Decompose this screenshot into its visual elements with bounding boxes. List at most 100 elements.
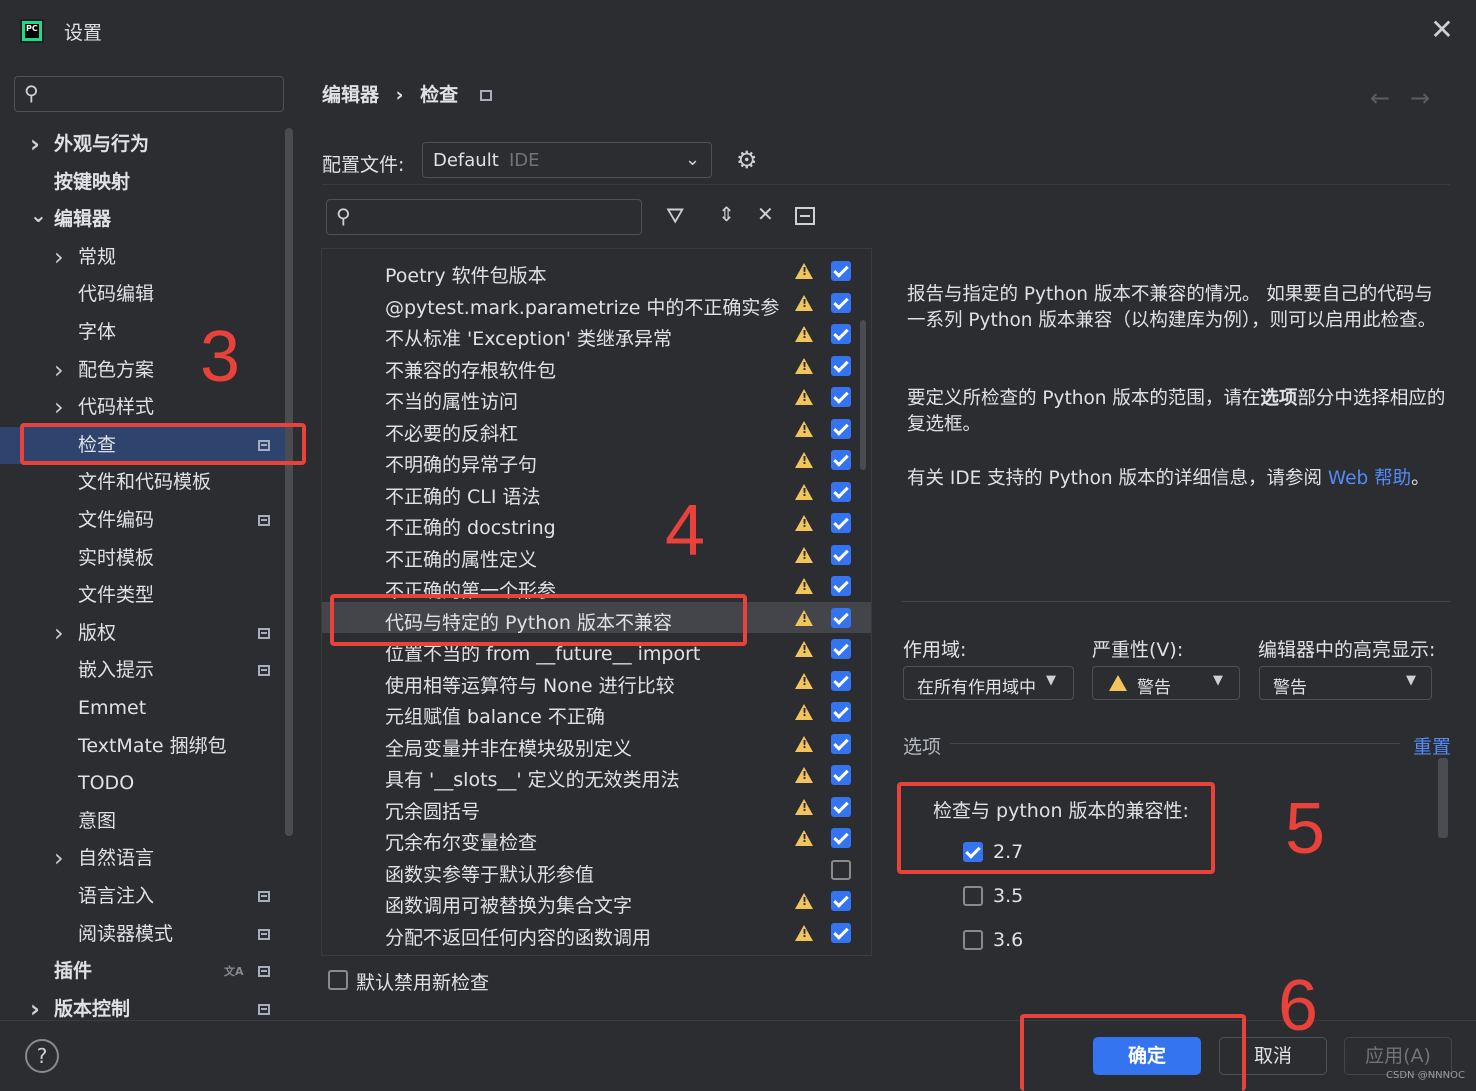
inspection-search-input[interactable]: ⚲ [326,199,642,235]
inspection-checkbox[interactable] [831,922,851,943]
inspection-row[interactable]: 不正确的 docstring [322,507,871,539]
inspection-label: 元组赋值 balance 不正确 [385,706,605,728]
inspection-checkbox[interactable] [831,859,851,880]
inspection-checkbox[interactable] [831,639,851,659]
breadcrumb-parent[interactable]: 编辑器 [322,84,379,106]
inspection-checkbox[interactable] [831,355,851,376]
sidebar-item[interactable]: 插件 文A [0,953,290,990]
close-icon[interactable]: ✕ [1428,14,1456,46]
warning-icon [795,641,813,657]
chevron-right-icon[interactable]: › [54,615,64,652]
inspection-checkbox[interactable] [831,387,851,407]
filter-icon[interactable]: ⛛ [666,204,684,229]
inspection-row[interactable]: 不当的属性访问 [322,381,871,413]
inspection-checkbox[interactable] [831,796,851,817]
chevron-right-icon[interactable]: › [30,126,40,163]
gear-icon[interactable]: ⚙ [736,146,758,174]
inspection-row[interactable]: 全局变量并非在模块级别定义 [322,728,871,760]
back-arrow-icon[interactable]: ← [1370,84,1390,112]
version-checkbox[interactable] [963,930,983,950]
inspection-checkbox[interactable] [831,450,851,470]
inspection-checkbox[interactable] [831,607,851,628]
inspection-checkbox[interactable] [831,702,851,722]
chevron-right-icon[interactable]: › [54,352,64,389]
inspection-checkbox[interactable] [831,324,851,344]
sidebar-item[interactable]: 阅读器模式 [0,916,290,953]
inspection-checkbox[interactable] [831,828,851,848]
inspection-list-scrollbar[interactable] [860,320,866,470]
inspection-row[interactable]: 不正确的属性定义 [322,539,871,571]
sidebar-item[interactable]: 按键映射 [0,164,290,201]
inspection-row[interactable]: Poetry 软件包版本 [322,255,871,287]
inspection-checkbox[interactable] [831,513,851,533]
inspection-row[interactable]: 冗余圆括号 [322,791,871,823]
warning-icon [795,830,813,846]
sidebar-item[interactable]: TextMate 捆绑包 [0,728,290,765]
sidebar-item[interactable]: › 自然语言 [0,840,290,877]
inspection-row[interactable]: 函数实参等于默认形参值 [322,854,871,886]
sidebar-item[interactable]: › 代码样式 [0,389,290,426]
inspection-checkbox[interactable] [831,544,851,565]
inspection-row[interactable]: 具有 '__slots__' 定义的无效类用法 [322,759,871,791]
reset-link[interactable]: 重置 [1413,732,1451,759]
sidebar-item[interactable]: › 配色方案 [0,352,290,389]
web-help-link[interactable]: Web 帮助 [1328,468,1411,489]
sidebar-item[interactable]: 文件和代码模板 [0,464,290,501]
help-button[interactable]: ? [25,1039,59,1073]
expand-all-icon[interactable]: ⇕ [718,202,735,226]
chevron-down-icon[interactable]: ⌄ [30,197,47,234]
inspection-checkbox[interactable] [831,418,851,439]
inspection-checkbox[interactable] [831,576,851,596]
highlight-select[interactable]: 警告 ▼ [1259,666,1432,700]
sidebar-scrollbar[interactable] [285,128,293,836]
sidebar-item[interactable]: › 外观与行为 [0,126,290,163]
inspection-row[interactable]: 函数调用可被替换为集合文字 [322,885,871,917]
reset-to-default-icon[interactable] [795,207,815,225]
inspection-checkbox[interactable] [831,765,851,785]
chevron-right-icon[interactable]: › [54,389,64,426]
inspection-checkbox[interactable] [831,481,851,502]
inspection-row[interactable]: 元组赋值 balance 不正确 [322,696,871,728]
inspection-row[interactable]: 不必要的反斜杠 [322,413,871,445]
sidebar-item[interactable]: 文件类型 [0,577,290,614]
inspection-row[interactable]: 不明确的异常子句 [322,444,871,476]
sidebar-item[interactable]: 字体 [0,314,290,351]
collapse-all-icon[interactable]: ✕ [757,202,774,226]
inspection-checkbox[interactable] [831,733,851,754]
chevron-right-icon[interactable]: › [30,991,40,1028]
inspection-checkbox[interactable] [831,292,851,313]
sidebar-item[interactable]: 嵌入提示 [0,652,290,689]
inspection-row[interactable]: 分配不返回任何内容的函数调用 [322,917,871,949]
sidebar-item[interactable]: › 版本控制 [0,991,290,1028]
inspection-checkbox[interactable] [831,261,851,281]
inspection-row[interactable]: 不正确的 CLI 语法 [322,476,871,508]
disable-new-checkbox[interactable] [328,970,348,990]
severity-select[interactable]: 警告 ▼ [1092,666,1240,700]
sidebar-item[interactable]: 意图 [0,803,290,840]
sidebar-item[interactable]: 实时模板 [0,540,290,577]
scope-select[interactable]: 在所有作用域中 ▼ [903,666,1074,700]
inspection-row[interactable]: @pytest.mark.parametrize 中的不正确实参 [322,287,871,319]
sidebar-item[interactable]: TODO [0,765,290,802]
settings-search-input[interactable]: ⚲ [14,76,284,112]
inspection-row[interactable]: 不兼容的存根软件包 [322,350,871,382]
inspection-row[interactable]: 冗余布尔变量检查 [322,822,871,854]
inspection-checkbox[interactable] [831,670,851,691]
sidebar-item[interactable]: 代码编辑 [0,276,290,313]
chevron-right-icon[interactable]: › [54,840,64,877]
inspection-checkbox[interactable] [831,891,851,911]
sidebar-item[interactable]: Emmet [0,690,290,727]
sidebar-item-label: 阅读器模式 [78,922,174,945]
version-checkbox[interactable] [963,886,983,906]
sidebar-item[interactable]: › 常规 [0,239,290,276]
profile-select[interactable]: Default IDE ⌄ [422,142,712,178]
sidebar-item[interactable]: 语言注入 [0,878,290,915]
inspection-row[interactable]: 使用相等运算符与 None 进行比较 [322,665,871,697]
sidebar-item[interactable]: ⌄ 编辑器 [0,201,290,238]
forward-arrow-icon[interactable]: → [1410,84,1430,112]
inspection-row[interactable]: 不从标准 'Exception' 类继承异常 [322,318,871,350]
sidebar-item[interactable]: 文件编码 [0,502,290,539]
options-scrollbar[interactable] [1438,758,1448,838]
chevron-right-icon[interactable]: › [54,239,64,276]
sidebar-item[interactable]: › 版权 [0,615,290,652]
